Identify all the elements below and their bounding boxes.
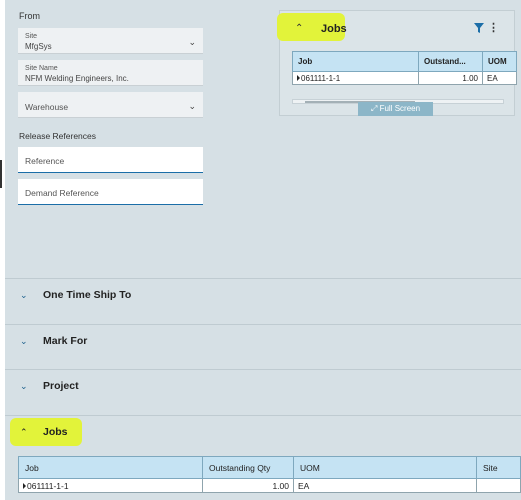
jobs-mini-table: Job Outstand... UOM 061111-1-1 1.00 EA [292,51,517,85]
from-heading: From [19,11,40,21]
cell-outstanding[interactable]: 1.00 [418,71,483,85]
reference-input[interactable]: Reference [18,147,203,173]
section-jobs[interactable]: ⌃ Jobs [5,415,521,449]
chevron-up-icon[interactable]: ⌃ [20,427,28,438]
filter-icon[interactable] [474,23,484,33]
cell-uom[interactable]: EA [293,478,477,493]
section-title: One Time Ship To [43,289,132,301]
table-header-row: Job Outstand... UOM [292,51,517,72]
section-title: Project [43,380,79,392]
demand-reference-input[interactable]: Demand Reference [18,179,203,205]
jobs-card-title: Jobs [321,23,347,35]
chevron-down-icon[interactable]: ⌄ [20,336,28,347]
chevron-down-icon[interactable]: ⌄ [188,101,196,112]
row-indicator-icon [23,483,26,490]
column-header-outstanding[interactable]: Outstand... [418,51,483,72]
row-indicator-icon [297,75,300,82]
resize-handle[interactable] [0,160,2,188]
chevron-down-icon[interactable]: ⌄ [20,381,28,392]
site-name-field[interactable]: Site Name NFM Welding Engineers, Inc. [18,60,203,86]
warehouse-label: Warehouse [25,102,69,112]
table-row[interactable]: 061111-1-1 1.00 EA [292,71,517,85]
section-mark-for[interactable]: ⌄ Mark For [5,324,521,358]
site-value: MfgSys [25,42,52,51]
cell-uom[interactable]: EA [482,71,517,85]
demand-reference-placeholder: Demand Reference [25,188,99,198]
site-label: Site [25,33,38,40]
release-references-heading: Release References [19,131,97,141]
cell-job[interactable]: 061111-1-1 [18,478,203,493]
section-title: Jobs [43,426,68,438]
cell-site[interactable] [476,478,521,493]
chevron-down-icon[interactable]: ⌄ [20,290,28,301]
chevron-up-icon[interactable]: ⌃ [295,23,303,34]
jobs-card: ⌃ Jobs ⋮ Job Outstand... UOM 061111-1-1 … [277,10,517,116]
cell-job[interactable]: 061111-1-1 [292,71,419,85]
column-header-job[interactable]: Job [292,51,419,72]
full-screen-label: Full Screen [379,104,421,113]
cell-job-text: 061111-1-1 [301,73,341,83]
column-header-job[interactable]: Job [18,456,203,479]
column-header-uom[interactable]: UOM [482,51,517,72]
table-header-row: Job Outstanding Qty UOM Site [18,456,521,479]
column-header-site[interactable]: Site [476,456,521,479]
cell-outstanding-qty[interactable]: 1.00 [202,478,294,493]
table-row[interactable]: 061111-1-1 1.00 EA [18,478,521,493]
site-select[interactable]: Site MfgSys ⌄ [18,28,203,54]
section-project[interactable]: ⌄ Project [5,369,521,403]
cell-job-text: 061111-1-1 [27,480,69,491]
more-vertical-icon[interactable]: ⋮ [488,21,499,34]
column-header-outstanding-qty[interactable]: Outstanding Qty [202,456,294,479]
section-one-time-ship-to[interactable]: ⌄ One Time Ship To [5,278,521,312]
chevron-down-icon[interactable]: ⌄ [188,37,196,48]
full-screen-button[interactable]: ⤢ Full Screen [358,102,433,116]
site-name-label: Site Name [25,65,58,72]
reference-placeholder: Reference [25,156,65,166]
site-name-value: NFM Welding Engineers, Inc. [25,74,129,83]
jobs-table: Job Outstanding Qty UOM Site 061111-1-1 … [18,456,521,493]
column-header-uom[interactable]: UOM [293,456,477,479]
section-title: Mark For [43,335,88,347]
expand-arrows-icon: ⤢ [370,104,378,113]
warehouse-select[interactable]: Warehouse ⌄ [18,92,203,118]
